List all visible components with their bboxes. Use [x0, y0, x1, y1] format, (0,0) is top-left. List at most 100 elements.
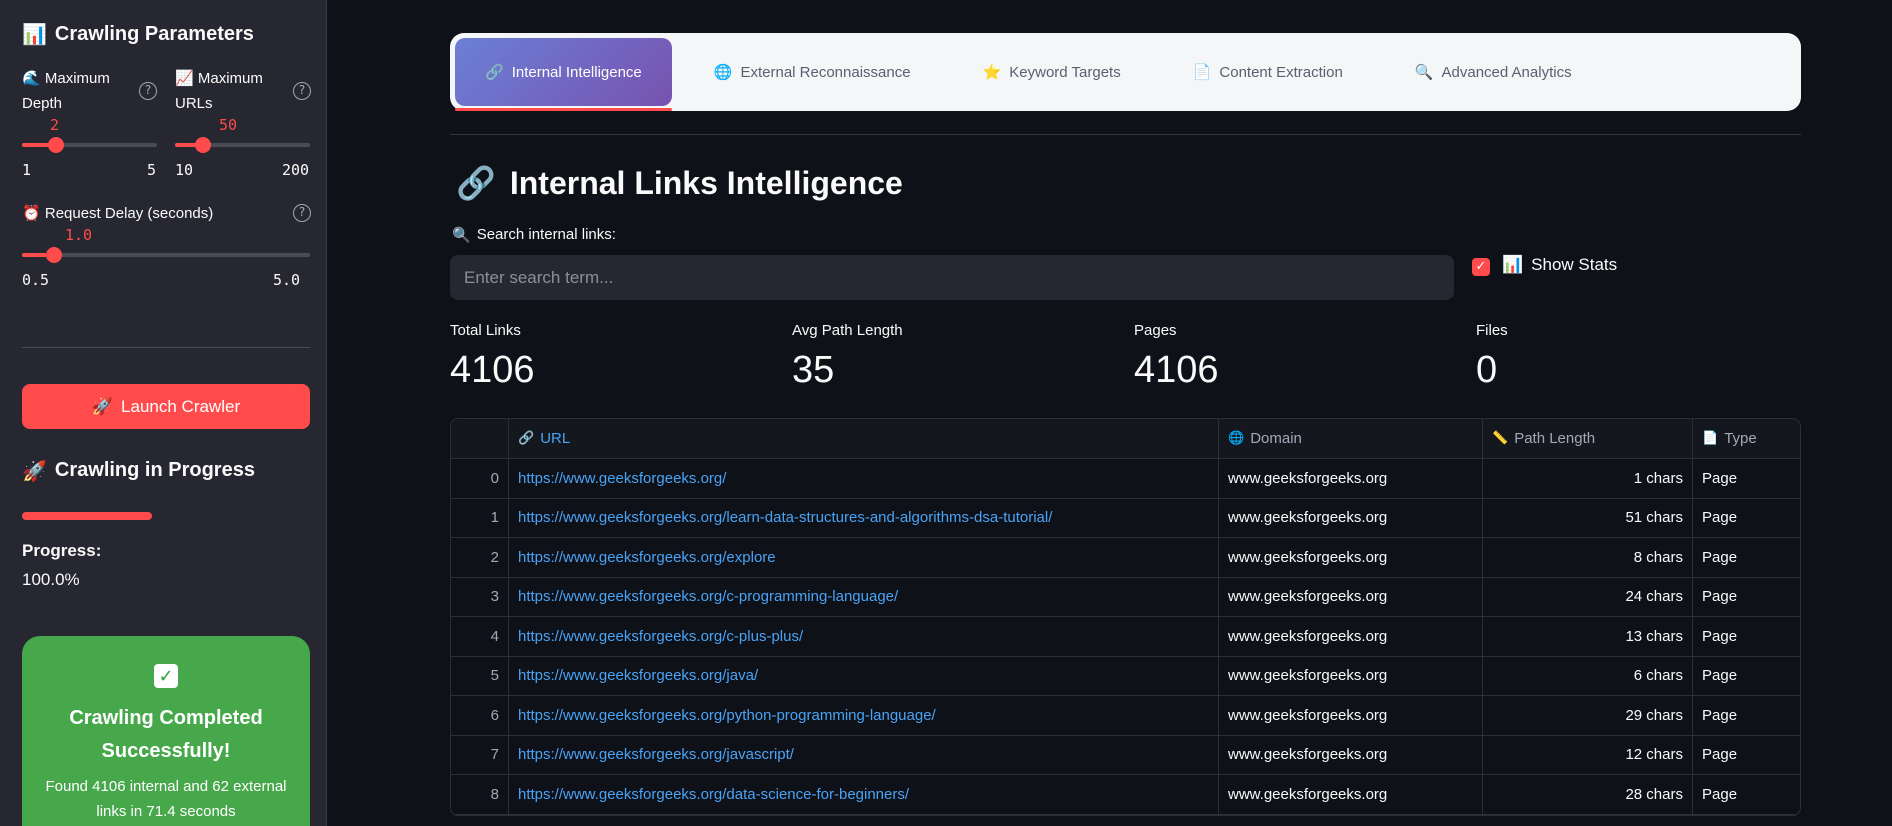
progress-label: Progress:	[22, 541, 102, 560]
cell-path-length: 13 chars	[1483, 617, 1693, 656]
max-depth-max: 5	[147, 161, 157, 179]
metric-label: Pages	[1134, 322, 1177, 339]
table-row[interactable]: 3 https://www.geeksforgeeks.org/c-program…	[451, 577, 1800, 617]
cell-path-length: 1 chars	[1483, 459, 1693, 498]
cell-type: Page	[1702, 706, 1738, 724]
cell-index: 6	[451, 696, 509, 735]
cell-domain: www.geeksforgeeks.org	[1219, 735, 1483, 774]
cell-domain: www.geeksforgeeks.org	[1219, 617, 1483, 656]
cell-path-length: 28 chars	[1483, 775, 1693, 814]
max-urls-max: 200	[282, 161, 310, 179]
star-icon: ⭐	[982, 63, 1002, 81]
cell-url[interactable]: https://www.geeksforgeeks.org/javascript…	[509, 735, 1219, 774]
max-urls-label-line2: URLs	[175, 95, 213, 112]
cell-url[interactable]: https://www.geeksforgeeks.org/c-plus-plu…	[509, 617, 1219, 656]
table-row[interactable]: 1 https://www.geeksforgeeks.org/learn-dat…	[451, 498, 1800, 538]
tab-content-extraction[interactable]: 📄 Content Extraction	[1163, 38, 1373, 106]
column-header-url[interactable]: 🔗 URL	[509, 419, 1219, 458]
cell-url[interactable]: https://www.geeksforgeeks.org/data-scien…	[509, 775, 1219, 814]
cell-url[interactable]: https://www.geeksforgeeks.org/	[509, 459, 1219, 498]
slider-handle[interactable]	[195, 137, 212, 153]
show-stats-label[interactable]: 📊 Show Stats	[1502, 255, 1617, 275]
progress-title-text: Crawling in Progress	[54, 459, 255, 481]
ruler-icon: 📏	[1492, 431, 1509, 446]
metric-value: 35	[792, 349, 835, 391]
cell-path-length: 12 chars	[1483, 735, 1693, 774]
search-icon: 🔍	[452, 226, 471, 244]
delay-label-text: Request Delay (seconds)	[44, 205, 214, 222]
slider-handle[interactable]	[45, 247, 62, 263]
rocket-icon: 🚀	[22, 459, 47, 483]
table-row[interactable]: 4 https://www.geeksforgeeks.org/c-plus-pl…	[451, 617, 1800, 657]
progress-title: 🚀 Crawling in Progress	[22, 459, 255, 483]
launch-crawler-label: Launch Crawler	[121, 396, 241, 416]
delay-slider[interactable]	[22, 247, 310, 263]
cell-path-length: 51 chars	[1483, 498, 1693, 537]
column-header-index[interactable]	[451, 419, 509, 458]
page-title-text: Internal Links Intelligence	[509, 164, 903, 201]
max-urls-min: 10	[175, 161, 194, 179]
wave-icon: 🌊	[22, 69, 41, 87]
cell-path-length: 8 chars	[1483, 538, 1693, 577]
cell-path-length: 24 chars	[1483, 577, 1693, 616]
metric-files: Files 0	[1476, 322, 1508, 392]
max-depth-label-line1: Maximum	[44, 70, 110, 87]
cell-path-length: 29 chars	[1483, 696, 1693, 735]
success-title: Crawling Completed Successfully!	[69, 707, 263, 762]
max-depth-slider[interactable]	[22, 137, 157, 153]
max-depth-min: 1	[22, 161, 32, 179]
tab-internal-intelligence[interactable]: 🔗 Internal Intelligence	[455, 38, 672, 111]
column-header-label: Path Length	[1514, 430, 1596, 447]
column-header-domain[interactable]: 🌐 Domain	[1219, 419, 1483, 458]
search-icon: 🔍	[1414, 63, 1434, 81]
cell-url[interactable]: https://www.geeksforgeeks.org/python-pro…	[509, 696, 1219, 735]
show-stats-checkbox[interactable]: ✓	[1472, 258, 1490, 276]
help-icon[interactable]: ?	[293, 82, 311, 100]
table-row[interactable]: 6 https://www.geeksforgeeks.org/python-pr…	[451, 696, 1800, 736]
table-row[interactable]: 0 https://www.geeksforgeeks.org/www.geeks…	[451, 459, 1800, 499]
metric-label: Avg Path Length	[792, 322, 903, 339]
tab-label: External Reconnaissance	[740, 63, 911, 81]
cell-path-length: 6 chars	[1483, 656, 1693, 695]
search-input[interactable]	[450, 255, 1454, 300]
slider-handle[interactable]	[47, 137, 64, 153]
tab-keyword-targets[interactable]: ⭐ Keyword Targets	[953, 38, 1151, 106]
show-stats-text: Show Stats	[1531, 255, 1618, 274]
table-row[interactable]: 2 https://www.geeksforgeeks.org/explore ww…	[451, 538, 1800, 578]
tab-label: Internal Intelligence	[511, 63, 642, 81]
check-icon: ✓	[154, 664, 178, 688]
cell-url[interactable]: https://www.geeksforgeeks.org/explore	[509, 538, 1219, 577]
max-urls-slider[interactable]	[175, 137, 310, 153]
help-icon[interactable]: ?	[139, 82, 157, 100]
max-depth-value: 2	[50, 116, 60, 134]
alarm-clock-icon: ⏰	[22, 204, 41, 222]
sidebar-divider	[22, 347, 310, 348]
sidebar: 📊 Crawling Parameters 🌊 Maximum Depth ? …	[0, 0, 327, 826]
tab-label: Advanced Analytics	[1441, 63, 1572, 81]
table-row[interactable]: 5 https://www.geeksforgeeks.org/java/www.…	[451, 656, 1800, 696]
cell-type: Page	[1702, 588, 1738, 606]
trend-icon: 📈	[175, 69, 194, 87]
max-urls-value: 50	[219, 116, 238, 134]
tab-external-reconnaissance[interactable]: 🌐 External Reconnaissance	[684, 38, 941, 106]
column-header-label: Type	[1724, 430, 1757, 447]
progress-bar	[22, 512, 152, 520]
cell-url[interactable]: https://www.geeksforgeeks.org/java/	[509, 656, 1219, 695]
cell-url[interactable]: https://www.geeksforgeeks.org/learn-data…	[509, 498, 1219, 537]
search-label: 🔍 Search internal links:	[452, 226, 616, 244]
launch-crawler-button[interactable]: 🚀 Launch Crawler	[22, 384, 310, 429]
bar-chart-icon: 📊	[1502, 255, 1524, 275]
metric-label: Total Links	[450, 322, 521, 339]
delay-min: 0.5	[22, 271, 50, 289]
cell-url[interactable]: https://www.geeksforgeeks.org/c-programm…	[509, 577, 1219, 616]
column-header-path-length[interactable]: 📏 Path Length	[1483, 419, 1693, 458]
cell-index: 4	[451, 617, 509, 656]
help-icon[interactable]: ?	[293, 204, 311, 222]
table-row[interactable]: 7 https://www.geeksforgeeks.org/javascrip…	[451, 735, 1800, 775]
table-row[interactable]: 8 https://www.geeksforgeeks.org/data-scie…	[451, 775, 1800, 815]
column-header-type[interactable]: 📄 Type	[1693, 419, 1800, 458]
tab-advanced-analytics[interactable]: 🔍 Advanced Analytics	[1385, 38, 1602, 106]
sidebar-title: 📊 Crawling Parameters	[22, 22, 254, 46]
cell-index: 0	[451, 459, 509, 498]
link-icon: 🔗	[518, 431, 535, 446]
